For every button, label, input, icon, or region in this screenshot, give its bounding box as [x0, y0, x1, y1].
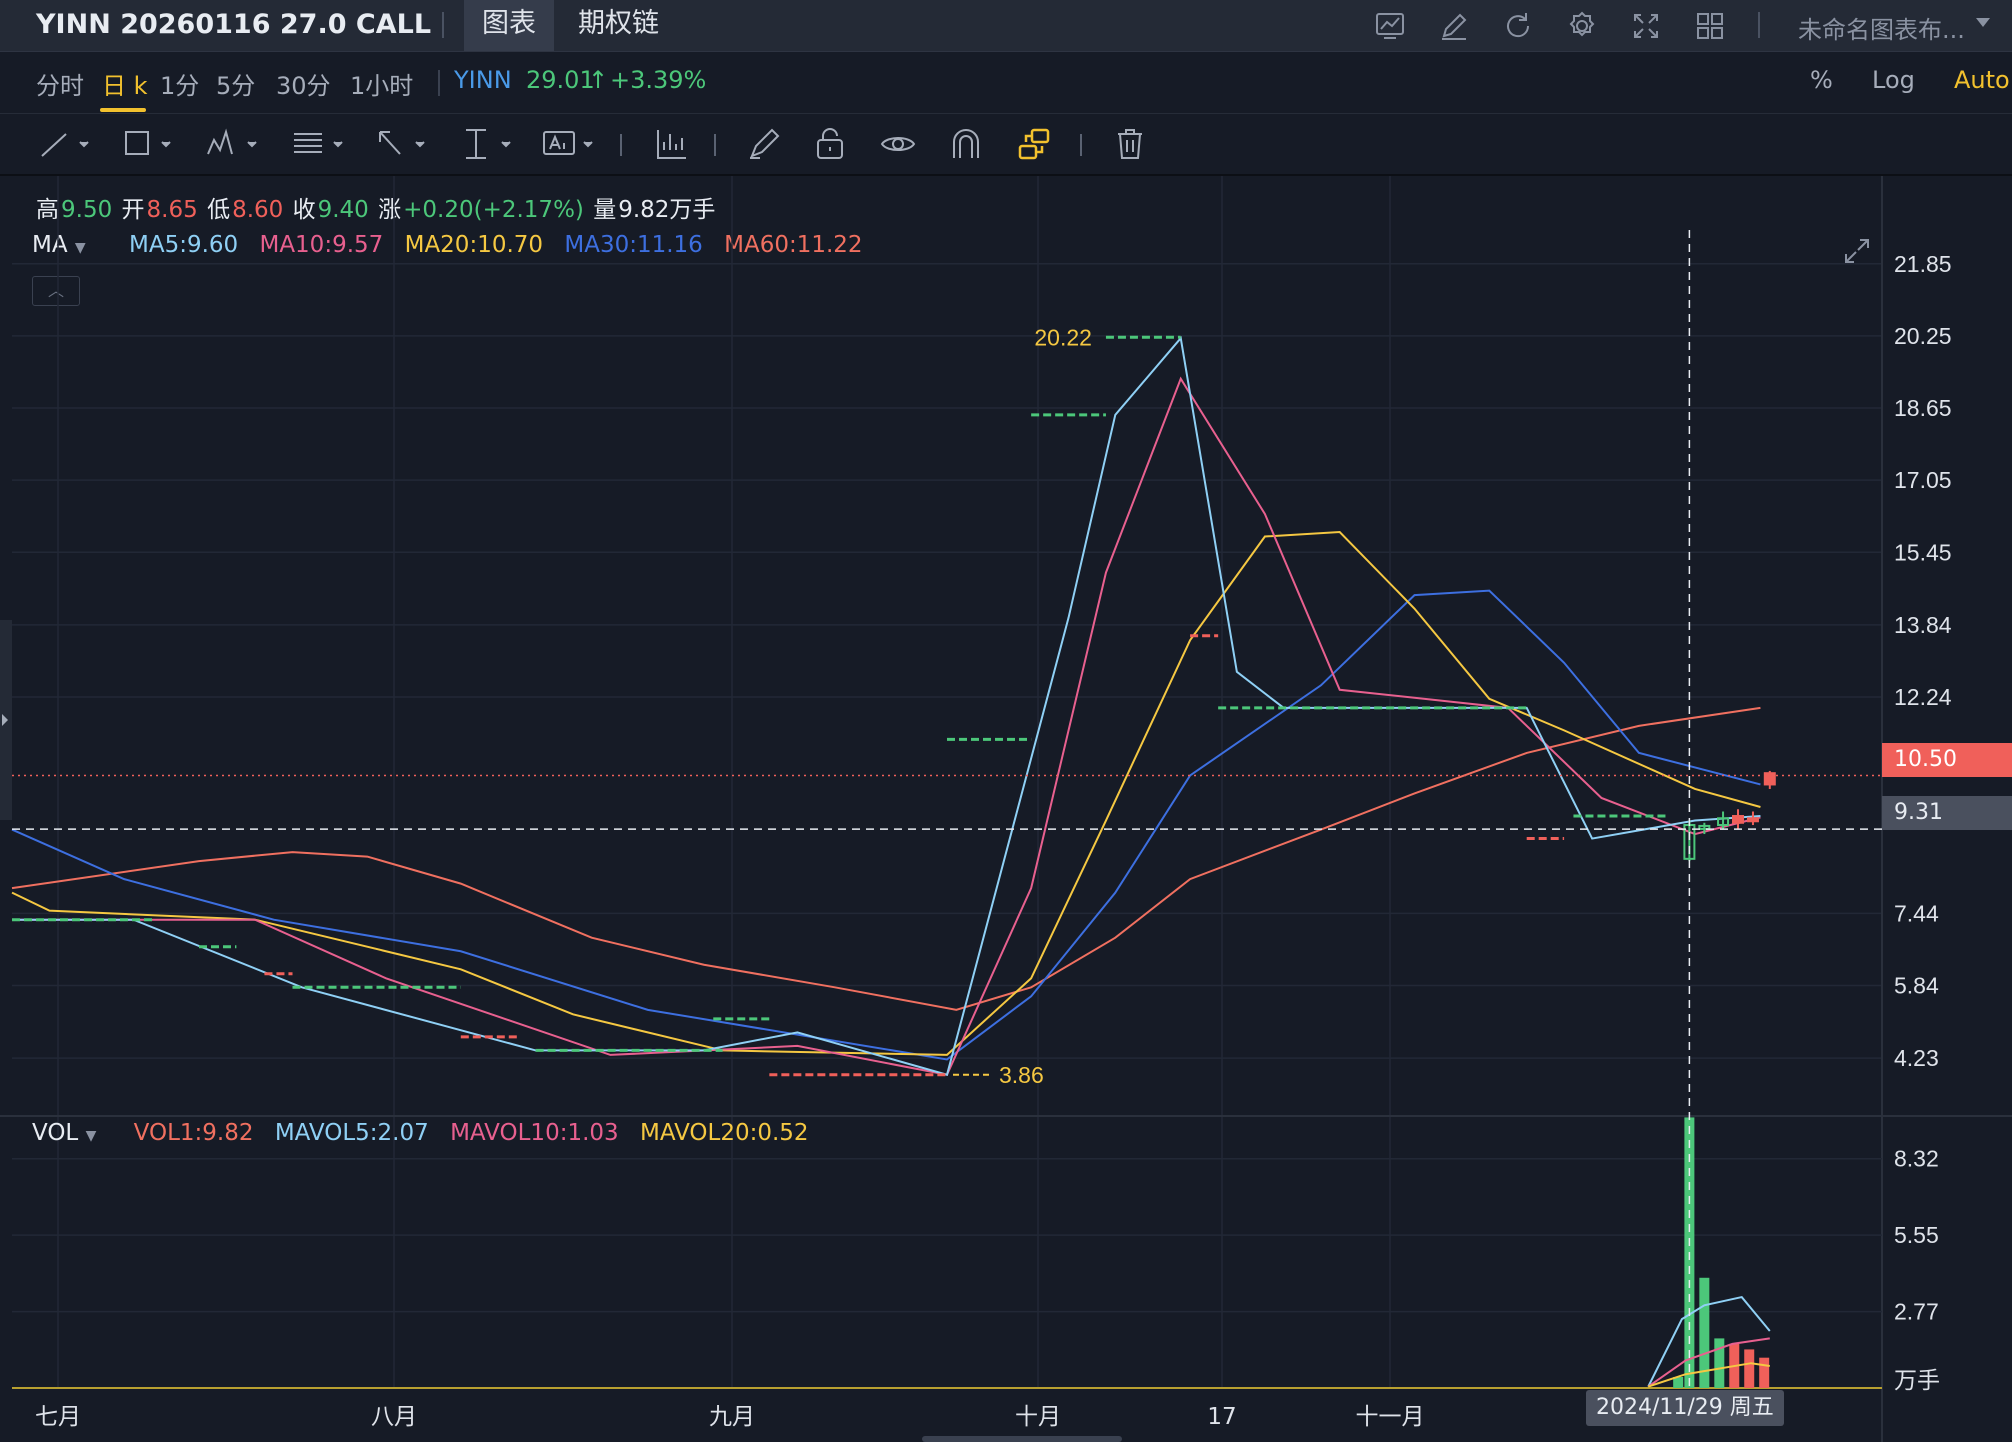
x-axis-label: 十一月 — [1356, 1404, 1425, 1430]
x-axis-label: 九月 — [709, 1404, 755, 1430]
rectangle-tool-icon[interactable] — [118, 124, 174, 164]
title-separator — [442, 12, 444, 38]
price-axis-label: 15.45 — [1894, 539, 1952, 565]
period-30min[interactable]: 30分 — [276, 66, 331, 101]
chevron-right-icon[interactable] — [2, 714, 8, 726]
expand-chart-icon[interactable] — [1840, 234, 1874, 268]
high-marker-label: 20.22 — [1034, 324, 1092, 350]
mavol20-value: MAVOL20:0.52 — [639, 1120, 809, 1146]
chart-screenshot-icon[interactable] — [1372, 8, 1408, 44]
chart-grid — [0, 176, 2012, 1442]
ma10-line — [12, 376, 1761, 1076]
crosshair-date-tag: 2024/11/29 周五 — [1586, 1390, 1784, 1426]
price-axis-label: 5.84 — [1894, 973, 1939, 999]
chart-scrollbar[interactable] — [922, 1436, 1122, 1442]
price-axis-label: 18.65 — [1894, 395, 1952, 421]
refresh-icon[interactable] — [1500, 8, 1536, 44]
fib-tool-icon[interactable] — [290, 124, 346, 164]
up-arrow-icon: ↑ — [588, 66, 609, 94]
mavol10-value: MAVOL10:1.03 — [450, 1120, 619, 1146]
price-axis-label: 21.85 — [1894, 251, 1952, 277]
period-1min[interactable]: 1分 — [160, 66, 199, 101]
crosshair-price-tag: 9.31 — [1882, 796, 2012, 830]
candle-body — [1746, 817, 1759, 823]
last-price-tag: 10.50 — [1882, 743, 2012, 777]
ma60-line — [11, 706, 1761, 1011]
period-daily[interactable]: 日 k — [102, 66, 148, 101]
volume-unit-label: 万手 — [1894, 1368, 1940, 1394]
measure-tool-icon[interactable] — [458, 124, 514, 164]
layout-dropdown-icon[interactable] — [1976, 18, 1990, 27]
settings-icon[interactable] — [1564, 8, 1600, 44]
grid-layout-icon[interactable] — [1692, 8, 1728, 44]
volume-bar — [1714, 1338, 1725, 1388]
low-marker-label: 3.86 — [999, 1062, 1044, 1088]
underlying-symbol[interactable]: YINN — [454, 66, 512, 94]
x-axis-label: 十月 — [1015, 1404, 1061, 1430]
trash-icon[interactable] — [1110, 124, 1150, 164]
candle-body — [1732, 815, 1745, 824]
auto-scale-toggle[interactable]: Auto — [1954, 66, 2010, 94]
period-1hour[interactable]: 1小时 — [350, 66, 413, 101]
price-axis-label: 13.84 — [1894, 612, 1952, 638]
vol-label: VOL — [32, 1120, 79, 1146]
ma-lines: 20.22 3.86 — [11, 324, 1761, 1088]
log-scale-toggle[interactable]: Log — [1872, 66, 1915, 94]
price-axis-label: 12.24 — [1894, 684, 1952, 710]
period-bar: 分时 日 k 1分 5分 30分 1小时 YINN 29.01 ↑ +3.39%… — [0, 52, 2012, 114]
price-axis-label: 7.44 — [1894, 900, 1939, 926]
ma30-line — [11, 589, 1761, 1061]
x-axis-label: 七月 — [35, 1404, 81, 1430]
symbol-title: YINN 20260116 27.0 CALL — [36, 9, 432, 40]
vol-indicator-row: VOL ▼ VOL1:9.82 MAVOL5:2.07 MAVOL10:1.03… — [32, 1120, 823, 1146]
mavol5-value: MAVOL5:2.07 — [274, 1120, 429, 1146]
price-axis-label: 20.25 — [1894, 323, 1952, 349]
toolbar-separator — [620, 134, 622, 156]
candle-body — [1763, 772, 1776, 786]
volume-bar — [1744, 1349, 1755, 1388]
volume-axis-label: 5.55 — [1894, 1222, 1939, 1248]
percent-scale-toggle[interactable]: % — [1810, 66, 1833, 94]
x-axis-label: 17 — [1207, 1404, 1236, 1430]
line-tool-icon[interactable] — [36, 124, 92, 164]
period-timeshare[interactable]: 分时 — [36, 66, 84, 101]
volume-axis-label: 8.32 — [1894, 1146, 1939, 1172]
sync-icon[interactable] — [1014, 124, 1054, 164]
price-axis-label: 4.23 — [1894, 1045, 1939, 1071]
x-axis-label: 八月 — [371, 1404, 417, 1430]
vol1-value: VOL1:9.82 — [133, 1120, 254, 1146]
fullscreen-icon[interactable] — [1628, 8, 1664, 44]
tab-option-chain[interactable]: 期权链 — [560, 0, 677, 51]
edit-icon[interactable] — [1436, 8, 1472, 44]
axes: 21.85 20.25 18.65 17.05 15.45 13.84 12.24 7.44 5… — [12, 230, 1952, 1430]
layout-name-dropdown[interactable]: 未命名图表布... — [1798, 10, 1965, 45]
tab-chart[interactable]: 图表 — [464, 0, 554, 51]
period-separator — [438, 70, 440, 96]
lock-icon[interactable] — [810, 124, 850, 164]
price-chart[interactable]: 20.22 3.86 21.85 20.25 18.65 17.05 15.45 13.84… — [0, 176, 2012, 1442]
indicator-tool-icon[interactable] — [652, 124, 692, 164]
underlying-change: +3.39% — [610, 66, 707, 94]
period-5min[interactable]: 5分 — [216, 66, 255, 101]
text-tool-icon[interactable] — [540, 124, 596, 164]
toolbar-separator-3 — [1080, 134, 1082, 156]
toolbar-separator-2 — [714, 134, 716, 156]
brush-tool-icon[interactable] — [744, 124, 784, 164]
volume-bar — [1759, 1357, 1770, 1388]
title-bar: YINN 20260116 27.0 CALL 图表 期权链 未命名图表布... — [0, 0, 2012, 52]
drawing-toolbar — [0, 114, 2012, 176]
vol-indicator-toggle[interactable]: VOL ▼ — [32, 1120, 96, 1146]
title-separator-2 — [1758, 12, 1760, 38]
arrow-tool-icon[interactable] — [372, 124, 428, 164]
dropdown-caret-icon: ▼ — [85, 1128, 97, 1144]
pattern-tool-icon[interactable] — [204, 124, 260, 164]
active-period-underline — [100, 108, 146, 112]
price-axis-label: 17.05 — [1894, 467, 1952, 493]
visibility-icon[interactable] — [878, 124, 918, 164]
magnet-icon[interactable] — [946, 124, 986, 164]
underlying-price: 29.01 — [526, 66, 595, 94]
volume-axis-label: 2.77 — [1894, 1299, 1939, 1325]
